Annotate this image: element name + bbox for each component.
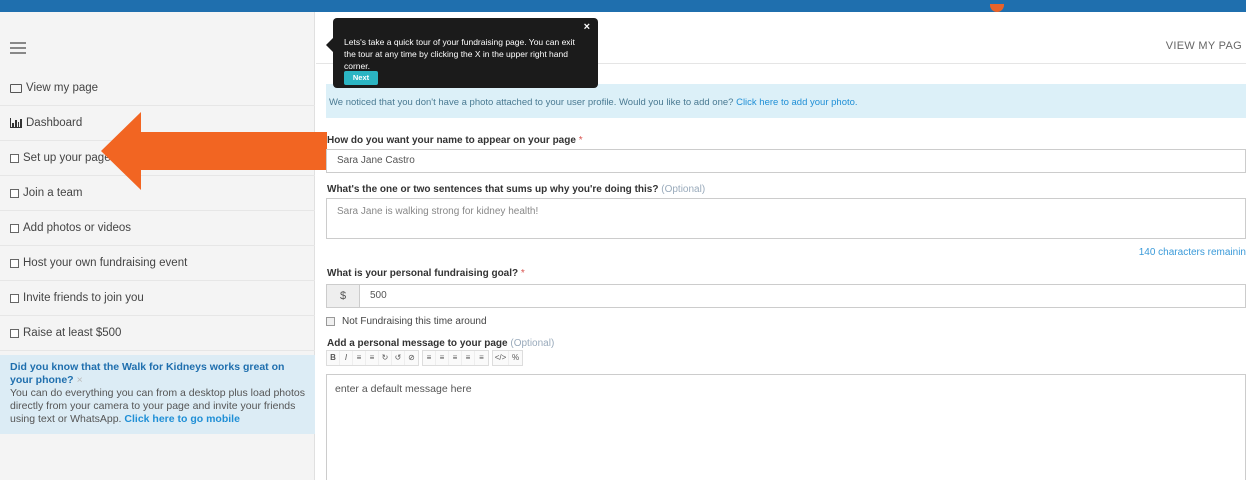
toolbar-group-format: B I ≡ ≡ ↻ ↺ ⊘: [326, 350, 419, 366]
optional-mark: (Optional): [661, 184, 706, 195]
sidebar-item-raise-goal[interactable]: Raise at least $500: [0, 316, 315, 351]
summary-label-text: What's the one or two sentences that sum…: [327, 184, 659, 195]
message-label-text: Add a personal message to your page: [327, 338, 508, 349]
photo-alert-text: We noticed that you don't have a photo a…: [329, 97, 734, 108]
redo-button[interactable]: ↻: [379, 351, 392, 365]
name-label: How do you want your name to appear on y…: [327, 135, 583, 146]
goal-input[interactable]: 500: [359, 284, 1246, 308]
numbered-list-button[interactable]: ≡: [366, 351, 379, 365]
message-editor[interactable]: enter a default message here: [326, 374, 1246, 480]
char-count: 140 characters remainin: [1138, 247, 1246, 258]
summary-label: What's the one or two sentences that sum…: [327, 184, 705, 195]
message-label: Add a personal message to your page (Opt…: [327, 338, 554, 349]
sidebar-item-invite-friends[interactable]: Invite friends to join you: [0, 281, 315, 316]
outdent-button[interactable]: ≡: [462, 351, 475, 365]
currency-addon: $: [326, 284, 360, 308]
summary-textarea[interactable]: Sara Jane is walking strong for kidney h…: [326, 198, 1246, 239]
goal-label-text: What is your personal fundraising goal?: [327, 268, 519, 279]
hamburger-menu-icon[interactable]: [10, 42, 26, 54]
align-right-button[interactable]: ≡: [449, 351, 462, 365]
sidebar: View my page Dashboard Set up your page …: [0, 12, 315, 480]
required-mark: *: [520, 268, 525, 279]
highlight-arrow-icon: [101, 112, 327, 190]
go-mobile-link[interactable]: Click here to go mobile: [124, 413, 240, 425]
sidebar-item-label: Join a team: [23, 187, 83, 199]
tour-text: Lets's take a quick tour of your fundrai…: [344, 37, 575, 71]
sidebar-item-view-my-page[interactable]: View my page: [0, 71, 315, 106]
clear-format-button[interactable]: ⊘: [405, 351, 418, 365]
sidebar-item-label: Dashboard: [26, 117, 83, 129]
monitor-icon: [10, 83, 22, 93]
tour-popover: × Lets's take a quick tour of your fundr…: [326, 18, 598, 88]
align-left-button[interactable]: ≡: [423, 351, 436, 365]
sidebar-item-label: View my page: [26, 82, 99, 94]
name-input[interactable]: Sara Jane Castro: [326, 149, 1246, 173]
close-icon[interactable]: ×: [584, 21, 590, 33]
user-avatar-badge[interactable]: [990, 4, 1004, 12]
photo-alert: We noticed that you don't have a photo a…: [326, 84, 1246, 118]
add-photo-link[interactable]: Click here to add your photo.: [736, 97, 857, 108]
toolbar-group-insert: </> %: [492, 350, 523, 366]
not-fundraising-label: Not Fundraising this time around: [342, 316, 487, 327]
required-mark: *: [578, 135, 583, 146]
bar-chart-icon: [10, 118, 22, 128]
checkbox-icon: [10, 223, 19, 233]
goal-label: What is your personal fundraising goal? …: [327, 268, 525, 279]
checkbox-icon: [10, 188, 19, 198]
sidebar-item-add-photos[interactable]: Add photos or videos: [0, 211, 315, 246]
tour-caret: [326, 38, 333, 52]
not-fundraising-row: Not Fundraising this time around: [326, 316, 487, 327]
view-my-page-link[interactable]: VIEW MY PAG: [1166, 40, 1242, 52]
checkbox-icon: [10, 258, 19, 268]
undo-button[interactable]: ↺: [392, 351, 405, 365]
mobile-promo: Did you know that the Walk for Kidneys w…: [0, 355, 315, 434]
italic-button[interactable]: I: [340, 351, 353, 365]
sidebar-item-label: Add photos or videos: [23, 222, 132, 234]
bold-button[interactable]: B: [327, 351, 340, 365]
code-button[interactable]: </>: [493, 351, 509, 365]
checkbox-icon: [10, 328, 19, 338]
tour-next-button[interactable]: Next: [344, 71, 378, 85]
top-bar: [0, 0, 1246, 12]
indent-button[interactable]: ≡: [475, 351, 488, 365]
close-icon[interactable]: ×: [77, 374, 83, 386]
align-center-button[interactable]: ≡: [436, 351, 449, 365]
sidebar-item-label: Host your own fundraising event: [23, 257, 188, 269]
name-label-text: How do you want your name to appear on y…: [327, 135, 576, 146]
sidebar-item-label: Raise at least $500: [23, 327, 122, 339]
sidebar-item-label: Invite friends to join you: [23, 292, 144, 304]
not-fundraising-checkbox[interactable]: [326, 317, 335, 326]
optional-mark: (Optional): [510, 338, 555, 349]
sidebar-item-label: Set up your page: [23, 152, 111, 164]
sidebar-item-host-event[interactable]: Host your own fundraising event: [0, 246, 315, 281]
mobile-promo-title: Did you know that the Walk for Kidneys w…: [10, 361, 285, 386]
bullet-list-button[interactable]: ≡: [353, 351, 366, 365]
checkbox-icon: [10, 293, 19, 303]
checkbox-icon: [10, 153, 19, 163]
editor-toolbar: B I ≡ ≡ ↻ ↺ ⊘ ≡ ≡ ≡ ≡ ≡ </> %: [326, 350, 523, 366]
link-button[interactable]: %: [509, 351, 522, 365]
toolbar-group-align: ≡ ≡ ≡ ≡ ≡: [422, 350, 489, 366]
